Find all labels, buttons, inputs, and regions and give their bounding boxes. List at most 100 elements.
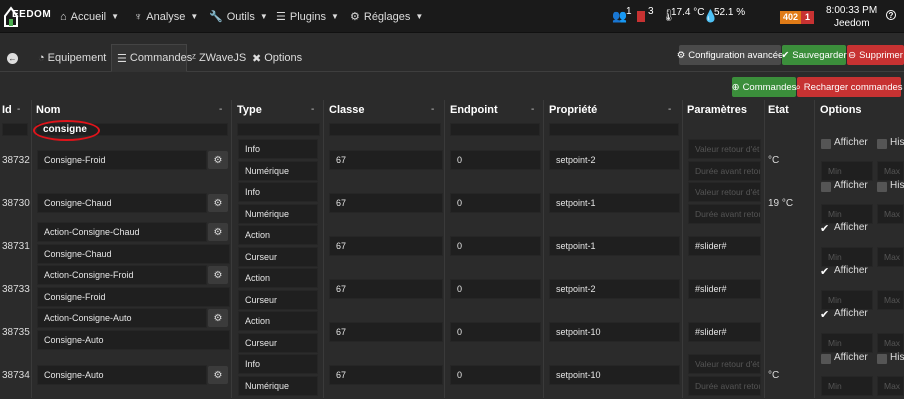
max-input[interactable]: Max xyxy=(877,333,904,353)
user-name[interactable]: Jeedom xyxy=(834,18,870,29)
propriete-input[interactable]: setpoint-10 xyxy=(549,365,680,385)
sort-icon[interactable]: - xyxy=(17,104,20,115)
duree-retour-input[interactable]: Durée avant retou xyxy=(688,376,761,396)
command-config-icon[interactable]: ⚙ xyxy=(208,266,228,284)
column-header-nom[interactable]: Nom xyxy=(36,104,60,116)
command-name-input[interactable]: Action-Consigne-Chaud xyxy=(37,222,207,242)
column-header-classe[interactable]: Classe xyxy=(329,104,364,116)
historiser-checkbox[interactable] xyxy=(877,182,887,192)
command-config-icon[interactable]: ⚙ xyxy=(208,309,228,327)
delete-button[interactable]: ⊖ Supprimer xyxy=(847,45,904,65)
save-button[interactable]: ✔ Sauvegarder xyxy=(781,45,847,65)
propriete-input[interactable]: setpoint-1 xyxy=(549,236,680,256)
min-input[interactable]: Min xyxy=(821,290,873,310)
type-select[interactable]: Info xyxy=(238,354,318,374)
command-config-icon[interactable]: ⚙ xyxy=(208,223,228,241)
classe-input[interactable]: 67 xyxy=(329,236,443,256)
classe-input[interactable]: 67 xyxy=(329,279,443,299)
sort-icon[interactable]: - xyxy=(431,104,434,115)
type-select[interactable]: Info xyxy=(238,182,318,202)
nav-reglages[interactable]: ⚙ Réglages ▼ xyxy=(350,0,423,33)
classe-input[interactable]: 67 xyxy=(329,150,443,170)
advanced-config-button[interactable]: ⚙ Configuration avancée xyxy=(677,45,783,65)
propriete-input[interactable]: setpoint-2 xyxy=(549,279,680,299)
classe-input[interactable]: 67 xyxy=(329,193,443,213)
filter-classe-input[interactable] xyxy=(329,123,441,136)
filter-type-input[interactable] xyxy=(237,123,320,136)
column-header-endpoint[interactable]: Endpoint xyxy=(450,104,498,116)
command-name-input[interactable]: Consigne-Froid xyxy=(37,150,207,170)
parametre-input[interactable]: #slider# xyxy=(688,322,761,342)
subtype-select[interactable]: Numérique xyxy=(238,204,318,224)
min-input[interactable]: Min xyxy=(821,376,873,396)
value-select[interactable]: Consigne-Froid xyxy=(37,287,230,307)
command-config-icon[interactable]: ⚙ xyxy=(208,194,228,212)
type-select[interactable]: Info xyxy=(238,139,318,159)
min-input[interactable]: Min xyxy=(821,161,873,181)
tab-equipement[interactable]: ◔ Equipement xyxy=(32,44,112,72)
max-input[interactable]: Max xyxy=(877,161,904,181)
sort-icon[interactable]: - xyxy=(311,104,314,115)
historiser-checkbox[interactable] xyxy=(877,139,887,149)
subtype-select[interactable]: Curseur xyxy=(238,247,318,267)
type-select[interactable]: Action xyxy=(238,311,318,331)
subtype-select[interactable]: Numérique xyxy=(238,376,318,396)
min-input[interactable]: Min xyxy=(821,333,873,353)
afficher-checkbox[interactable] xyxy=(821,354,831,364)
help-icon[interactable]: ? xyxy=(886,10,896,20)
propriete-input[interactable]: setpoint-2 xyxy=(549,150,680,170)
max-input[interactable]: Max xyxy=(877,376,904,396)
historiser-checkbox[interactable] xyxy=(877,354,887,364)
message-badge[interactable]: 402 xyxy=(780,11,801,24)
sort-icon[interactable]: - xyxy=(219,104,222,115)
propriete-input[interactable]: setpoint-10 xyxy=(549,322,680,342)
tab-options[interactable]: ✖ Options xyxy=(250,44,304,72)
afficher-checkbox[interactable] xyxy=(821,139,831,149)
subtype-select[interactable]: Curseur xyxy=(238,290,318,310)
command-name-input[interactable]: Action-Consigne-Froid xyxy=(37,265,207,285)
checkmark-icon[interactable]: ✔ xyxy=(820,265,829,278)
command-config-icon[interactable]: ⚙ xyxy=(208,151,228,169)
max-input[interactable]: Max xyxy=(877,290,904,310)
max-input[interactable]: Max xyxy=(877,247,904,267)
max-input[interactable]: Max xyxy=(877,204,904,224)
valeur-retour-input[interactable]: Valeur retour d'ét xyxy=(688,182,761,202)
endpoint-input[interactable]: 0 xyxy=(450,236,541,256)
propriete-input[interactable]: setpoint-1 xyxy=(549,193,680,213)
afficher-checkbox[interactable] xyxy=(821,182,831,192)
nav-outils[interactable]: 🔧 Outils ▼ xyxy=(209,0,268,33)
sort-icon[interactable]: - xyxy=(531,104,534,115)
endpoint-input[interactable]: 0 xyxy=(450,279,541,299)
nav-accueil[interactable]: ⌂ Accueil ▼ xyxy=(60,0,119,33)
type-select[interactable]: Action xyxy=(238,268,318,288)
subtype-select[interactable]: Numérique xyxy=(238,161,318,181)
add-command-button[interactable]: ⊕ Commandes xyxy=(732,77,796,97)
min-input[interactable]: Min xyxy=(821,204,873,224)
column-header-type[interactable]: Type xyxy=(237,104,262,116)
classe-input[interactable]: 67 xyxy=(329,365,443,385)
duree-retour-input[interactable]: Durée avant retou xyxy=(688,204,761,224)
parametre-input[interactable]: #slider# xyxy=(688,279,761,299)
subtype-select[interactable]: Curseur xyxy=(238,333,318,353)
column-header-propriete[interactable]: Propriété xyxy=(549,104,597,116)
value-select[interactable]: Consigne-Chaud xyxy=(37,244,230,264)
type-select[interactable]: Action xyxy=(238,225,318,245)
command-name-input[interactable]: Consigne-Chaud xyxy=(37,193,207,213)
endpoint-input[interactable]: 0 xyxy=(450,150,541,170)
valeur-retour-input[interactable]: Valeur retour d'ét xyxy=(688,354,761,374)
alert-badge[interactable]: 1 xyxy=(801,11,814,24)
back-arrow-icon[interactable]: ← xyxy=(7,53,18,64)
min-input[interactable]: Min xyxy=(821,247,873,267)
nav-plugins[interactable]: ☰ Plugins ▼ xyxy=(276,0,339,33)
column-header-id[interactable]: Id xyxy=(2,104,12,116)
endpoint-input[interactable]: 0 xyxy=(450,365,541,385)
sort-icon[interactable]: - xyxy=(668,104,671,115)
filter-id-input[interactable] xyxy=(2,123,28,136)
parametre-input[interactable]: #slider# xyxy=(688,236,761,256)
filter-endpoint-input[interactable] xyxy=(450,123,540,136)
nav-analyse[interactable]: ♆ Analyse ▼ xyxy=(134,0,198,33)
checkmark-icon[interactable]: ✔ xyxy=(820,222,829,235)
value-select[interactable]: Consigne-Auto xyxy=(37,330,230,350)
filter-propriete-input[interactable] xyxy=(549,123,679,136)
reload-commands-button[interactable]: ⌕ Recharger commandes xyxy=(795,77,903,97)
